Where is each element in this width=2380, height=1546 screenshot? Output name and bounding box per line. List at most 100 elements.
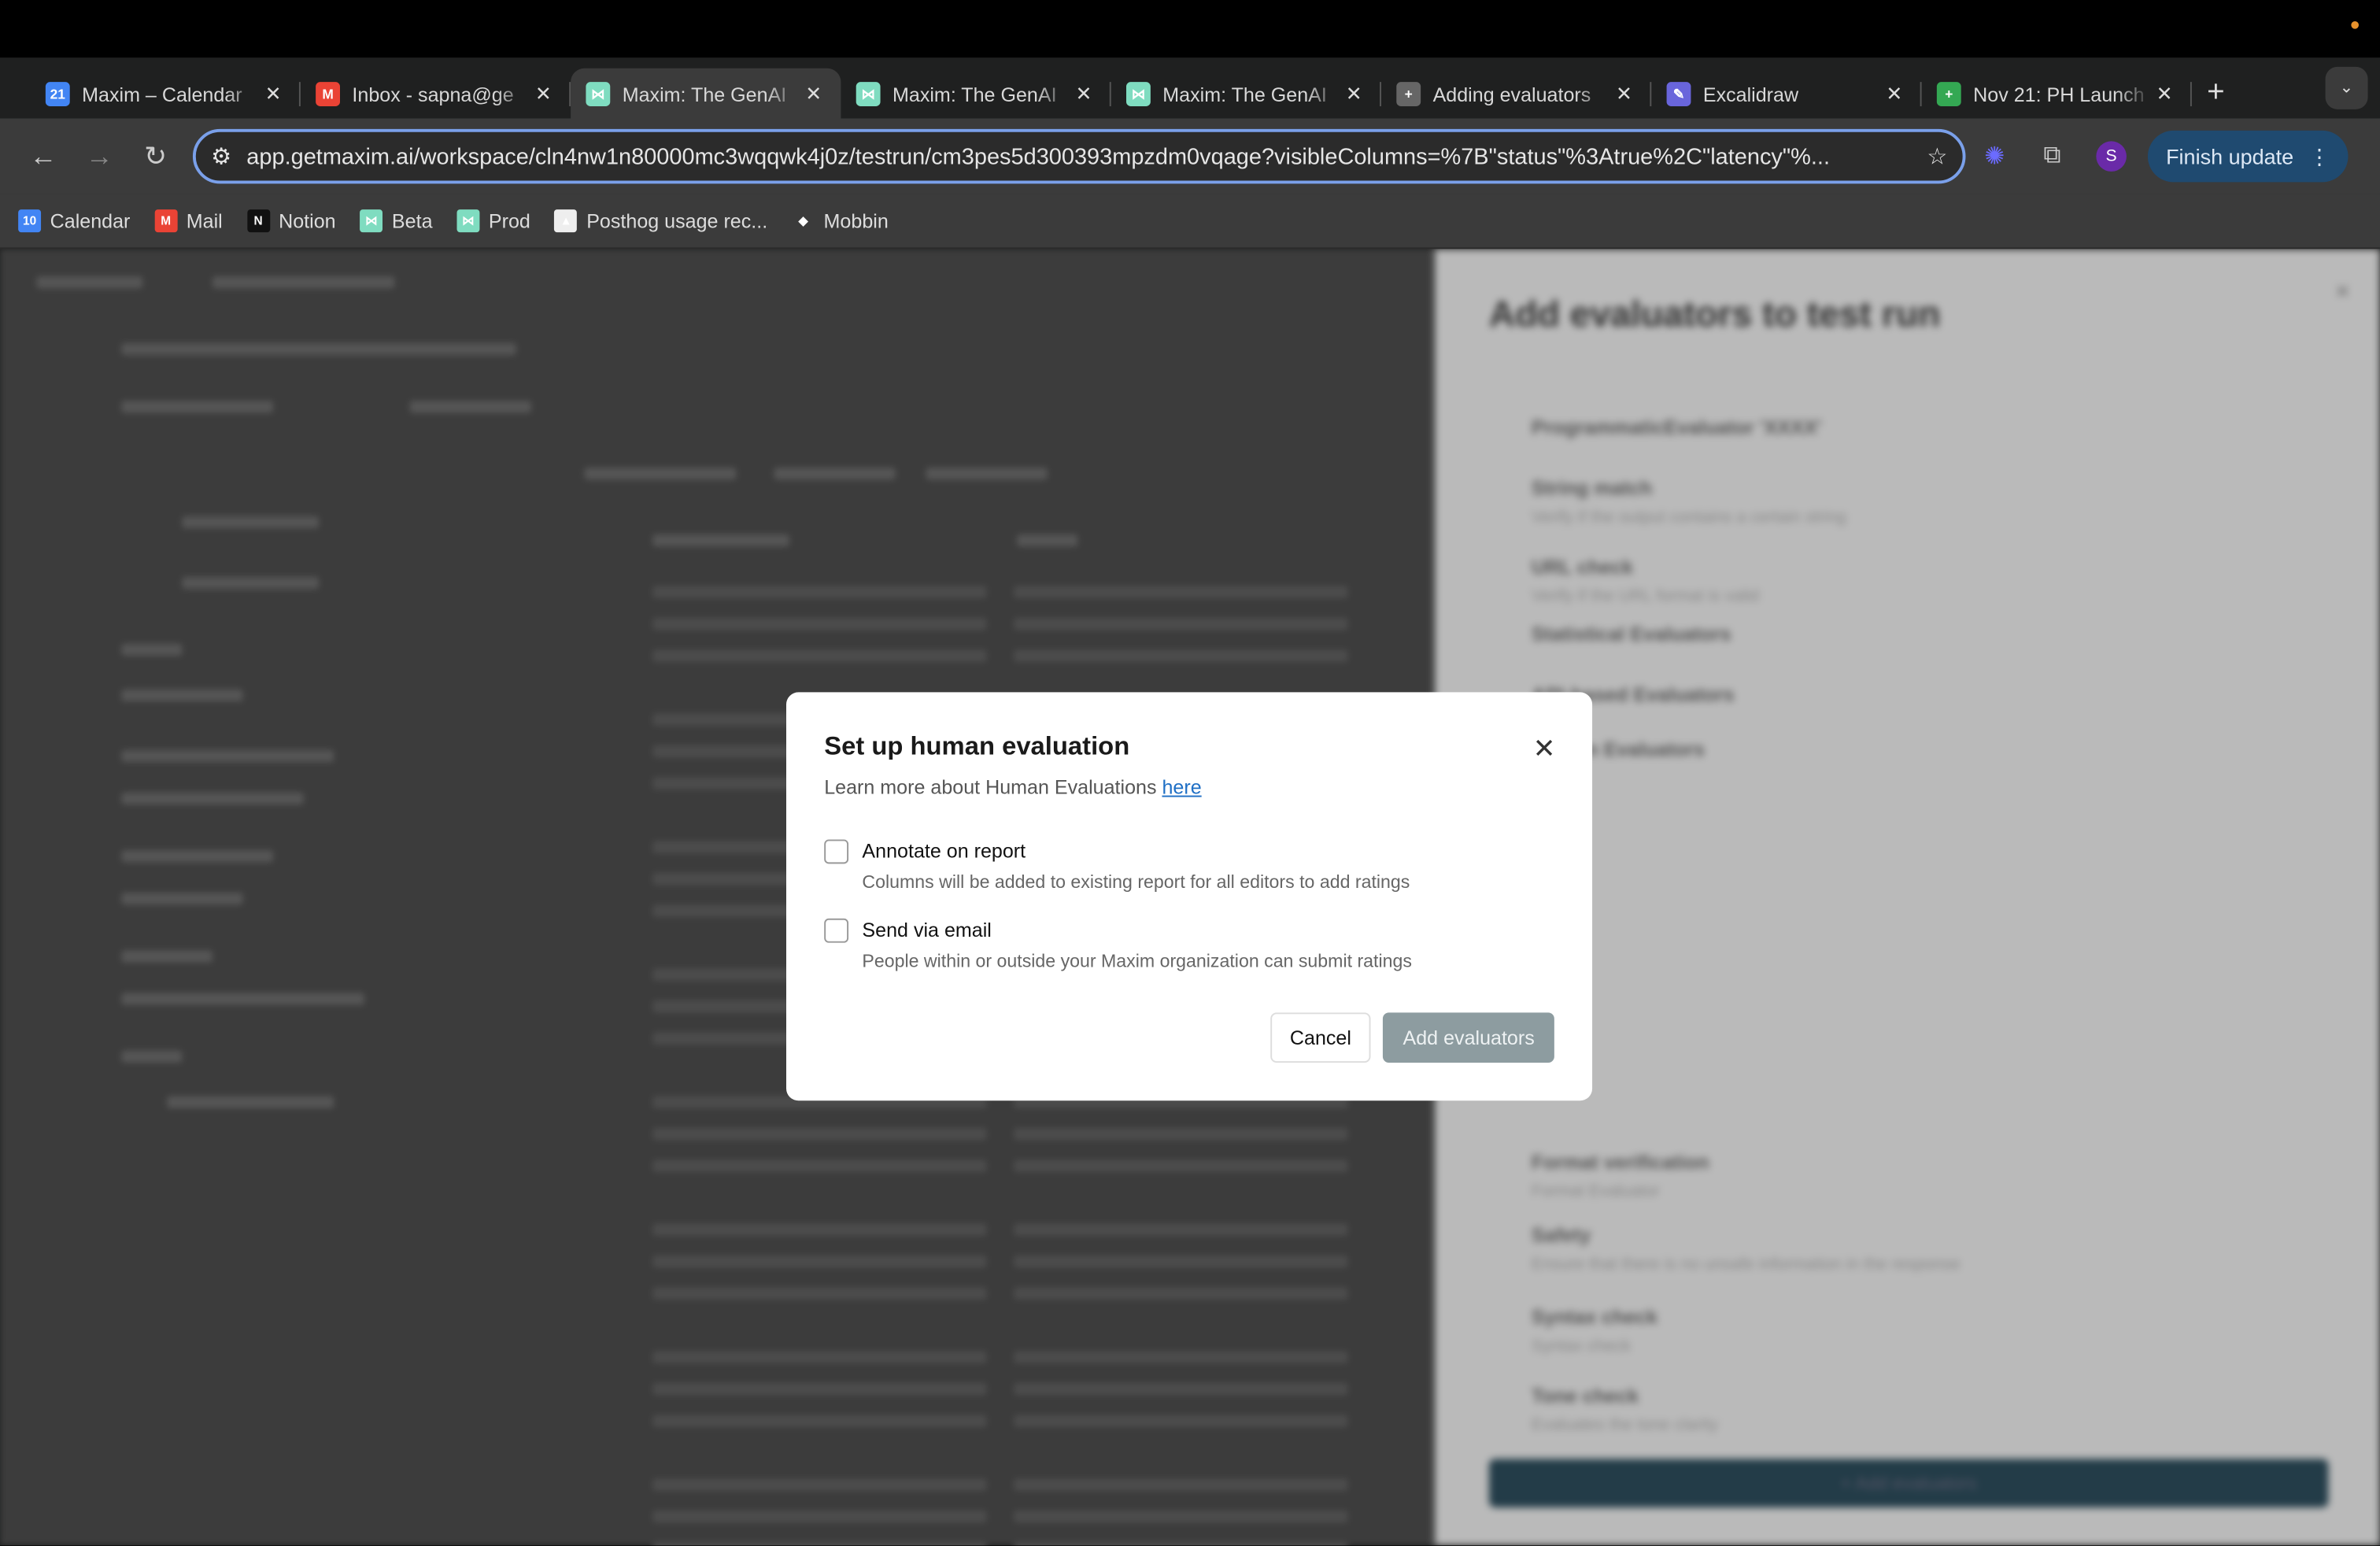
tab[interactable]: ✎ Excalidraw ✕ [1651,70,1922,119]
evaluator-label: String match [1531,476,1653,500]
background-text [121,401,274,413]
close-icon[interactable]: ✕ [1533,733,1556,764]
bookmark-label: Prod [488,209,530,233]
extensions-puzzle-icon[interactable]: ⧉ [2023,142,2081,170]
tab-title: Maxim – Calendar [82,83,242,106]
finish-update-button[interactable]: Finish update ⋮ [2147,130,2349,183]
bookmark-label: Mail [186,209,223,233]
tab[interactable]: ⋈ Maxim: The GenAI ✕ [571,68,841,120]
sheets-icon: + [1936,82,1961,106]
background-text [212,276,395,289]
tab[interactable]: + Nov 21: PH Launch ✕ [1922,70,2192,119]
annotate-checkbox[interactable] [824,839,849,864]
reload-icon[interactable]: ↻ [128,140,183,172]
bookmark-label: Mobbin [823,209,889,233]
tab-close-icon[interactable]: ✕ [1342,82,1366,106]
option-send-via-email[interactable]: Send via email People within or outside y… [824,918,1554,972]
tab-close-icon[interactable]: ✕ [801,82,826,106]
tab[interactable]: M Inbox - sapna@ge ✕ [301,70,571,119]
bookmark-item[interactable]: M Mail [154,209,223,233]
url-text[interactable]: app.getmaxim.ai/workspace/cln4nw1n80000m… [246,143,1927,169]
option-annotate-on-report[interactable]: Annotate on report Columns will be added … [824,839,1554,893]
google-calendar-icon: 21 [45,82,70,106]
bookmark-item[interactable]: 10 Calendar [18,209,131,233]
bookmark-star-icon[interactable]: ☆ [1927,142,1947,170]
background-table-cell [652,1382,987,1396]
profile-avatar[interactable]: S [2096,141,2127,172]
dialog-title: Set up human evaluation [824,731,1130,761]
extension-icon[interactable]: ✺ [1965,141,2023,172]
tab-close-icon[interactable]: ✕ [1612,82,1636,106]
background-text [409,401,531,413]
background-text [36,276,143,289]
tab-close-icon[interactable]: ✕ [531,82,556,106]
background-text [121,689,243,701]
background-text [1017,534,1078,547]
site-settings-icon[interactable]: ⚙ [211,142,231,170]
option-description: Columns will be added to existing report… [862,871,1410,893]
gmail-icon: M [316,82,340,106]
background-text [121,749,334,763]
bookmark-item[interactable]: ▲ Posthog usage rec... [554,209,768,233]
background-text [774,467,896,480]
panel-close-icon[interactable]: × [2335,279,2349,307]
add-evaluators-button[interactable]: Add evaluators [1383,1012,1554,1063]
option-description: People within or outside your Maxim orga… [862,950,1412,972]
evaluator-item[interactable]: Tone check Evaluates the tone clarity [1532,1385,1718,1435]
tab-close-icon[interactable]: ✕ [1882,82,1906,106]
background-table-cell [652,1160,987,1172]
tab[interactable]: ⋈ Maxim: The GenAI ✕ [1111,70,1381,119]
background-text [167,1096,334,1108]
tab-title: Maxim: The GenAI [892,83,1057,106]
tab[interactable]: 21 Maxim – Calendar ✕ [31,70,301,119]
menu-bar [0,0,2380,58]
cancel-button[interactable]: Cancel [1269,1012,1372,1063]
bookmark-favicon-icon: ⋈ [456,209,480,233]
evaluator-item[interactable]: Safety Ensure that there is no unsafe inf… [1532,1223,1961,1274]
evaluator-item[interactable]: Syntax check Syntax check [1532,1306,1658,1356]
tab-title: Maxim: The GenAI [622,83,787,106]
bookmark-item[interactable]: ⋈ Prod [456,209,530,233]
tab-close-icon[interactable]: ✕ [261,82,286,106]
forward-icon[interactable]: → [72,140,128,172]
evaluator-label: Safety [1531,1223,1591,1247]
bookmark-item[interactable]: ⋈ Beta [360,209,433,233]
tab-search-button[interactable]: ⌄ [2325,66,2368,109]
background-table-cell [1014,1478,1348,1491]
panel-add-evaluators-button[interactable]: + Add evaluators [1488,1459,2329,1508]
bookmark-favicon-icon: ◆ [798,213,808,228]
bookmark-label: Beta [391,209,433,233]
evaluator-item[interactable]: String match Verify if the output contain… [1532,477,1846,527]
human-evaluation-dialog: Set up human evaluation ✕ Learn more abo… [785,692,1593,1101]
learn-more-link[interactable]: here [1162,775,1201,798]
background-table-cell [652,1478,987,1491]
background-text [121,849,274,863]
back-icon[interactable]: ← [15,140,71,172]
bookmark-item[interactable]: ◆ Mobbin [792,209,889,232]
tab[interactable]: ⋈ Maxim: The GenAI ✕ [841,70,1111,119]
background-table-cell [652,1415,987,1427]
tab[interactable]: + Adding evaluators ✕ [1381,70,1652,119]
evaluator-item[interactable]: URL check Verify if the URL format is val… [1532,556,1759,606]
email-checkbox[interactable] [824,918,849,943]
address-bar[interactable]: ⚙ app.getmaxim.ai/workspace/cln4nw1n8000… [192,128,1966,184]
bookmark-item[interactable]: N Notion [246,209,336,233]
bookmark-label: Notion [279,209,336,233]
status-dot [2351,20,2359,29]
background-table-cell [1014,1223,1348,1236]
evaluator-item[interactable]: Statistical Evaluators [1532,623,1731,645]
bookmark-label: Posthog usage rec... [586,209,768,233]
bookmark-label: Calendar [50,209,131,233]
background-table-cell [1014,1351,1348,1363]
plus-doc-icon: + [1396,82,1421,106]
background-table-cell [652,1127,987,1141]
bookmark-favicon-icon: ▲ [554,209,578,233]
background-table-cell [1014,1160,1348,1172]
evaluator-item[interactable]: ProgrammaticEvaluator 'XXXX' [1532,416,1822,438]
evaluator-item[interactable]: Format verification Format Evaluator [1532,1151,1709,1201]
tab-close-icon[interactable]: ✕ [1072,82,1096,106]
background-table-cell [1014,1127,1348,1141]
tab-close-icon[interactable]: ✕ [2153,82,2177,106]
background-table-cell [1014,1510,1348,1523]
new-tab-button[interactable]: + [2207,75,2225,109]
